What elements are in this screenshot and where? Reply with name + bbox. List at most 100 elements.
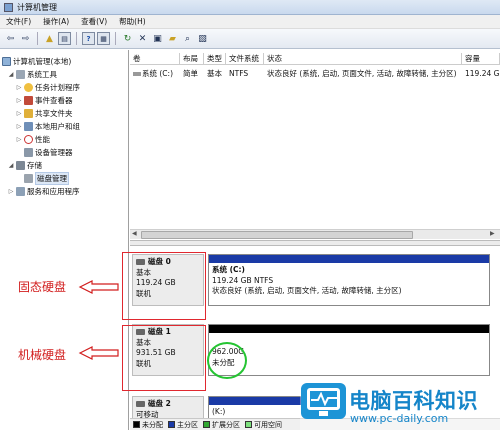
tree-item-label: 事件查看器 (35, 95, 73, 105)
unallocated-bar (209, 325, 489, 333)
legend-swatch (245, 421, 252, 428)
tree-item-disk-management[interactable]: 磁盘管理 (16, 171, 69, 185)
legend-item: 可用空间 (245, 420, 282, 430)
volume-table-header: 卷 布局 类型 文件系统 状态 容量 (130, 53, 500, 65)
disk-management-icon (24, 173, 33, 183)
users-icon (24, 121, 33, 131)
performance-icon (24, 134, 33, 144)
tree-item-local-users[interactable]: ▷ 本地用户和组 (16, 120, 80, 132)
menu-action[interactable]: 操作(A) (43, 16, 69, 27)
scroll-right-icon[interactable]: ▶ (490, 230, 495, 237)
collapse-arrow-icon[interactable]: ▷ (16, 97, 22, 104)
partition-size: 119.24 GB NTFS (212, 275, 274, 285)
cell-filesystem: NTFS (229, 69, 249, 78)
cell-type: 基本 (207, 69, 222, 78)
tree-item-label: 性能 (35, 134, 50, 144)
export-icon[interactable]: ▧ (196, 32, 209, 45)
up-folder-icon[interactable]: ▲ (43, 32, 56, 45)
volume-list: 卷 布局 类型 文件系统 状态 容量 系统 (C:) 简单 基本 NTFS 状态… (130, 50, 500, 240)
hdd-highlight-box (122, 325, 206, 391)
disk-properties-icon[interactable]: ▣ (151, 32, 164, 45)
disk-0-partition[interactable]: 系统 (C:) 119.24 GB NTFS 状态良好 (系统, 启动, 页面文… (208, 254, 490, 306)
services-icon (16, 186, 25, 196)
toolbar: ⇦ ⇨ ▲ ▤ ? ▦ ↻ ✕ ▣ ▰ ⌕ ▧ (0, 29, 500, 49)
navigation-tree: 计算机管理(本地) ◢ 系统工具 ▷ 任务计划程序 ▷ 事件查看器 ▷ 共享文件… (0, 50, 129, 430)
tree-item-services-apps[interactable]: ▷ 服务和应用程序 (8, 185, 80, 197)
computer-icon (2, 56, 11, 66)
column-type[interactable]: 类型 (204, 53, 226, 65)
properties-icon[interactable]: ▦ (97, 32, 110, 45)
toolbar-separator (37, 32, 38, 45)
watermark-text: 电脑百科知识 (349, 389, 478, 413)
scroll-left-icon[interactable]: ◀ (132, 230, 137, 237)
title-bar: 计算机管理 (0, 0, 500, 15)
cell-capacity: 119.24 GB (465, 69, 500, 78)
refresh-icon[interactable]: ↻ (121, 32, 134, 45)
tree-item-label: 存储 (27, 160, 42, 170)
delete-icon[interactable]: ✕ (136, 32, 149, 45)
cell-status: 状态良好 (系统, 启动, 页面文件, 活动, 故障转储, 主分区) (267, 69, 457, 78)
expand-arrow-icon[interactable]: ◢ (8, 71, 14, 78)
collapse-arrow-icon[interactable]: ▷ (16, 136, 22, 143)
scrollbar-thumb[interactable] (141, 231, 413, 239)
help-icon[interactable]: ? (82, 32, 95, 45)
drive-icon (133, 72, 141, 76)
device-manager-icon (24, 147, 33, 157)
tree-item-label: 磁盘管理 (35, 171, 69, 185)
expand-arrow-icon[interactable]: ◢ (8, 162, 14, 169)
menu-view[interactable]: 查看(V) (81, 16, 107, 27)
legend-swatch (133, 421, 140, 428)
menu-bar: 文件(F) 操作(A) 查看(V) 帮助(H) (0, 15, 500, 29)
back-arrow-icon[interactable]: ⇦ (4, 32, 17, 45)
tree-item-device-manager[interactable]: 设备管理器 (16, 146, 73, 158)
cell-volume: 系统 (C:) (130, 68, 180, 79)
tree-item-label: 本地用户和组 (35, 121, 80, 131)
tree-item-label: 系统工具 (27, 69, 57, 79)
unallocated-highlight-circle (207, 342, 247, 379)
watermark-monitor-icon (301, 383, 346, 419)
collapse-arrow-icon[interactable]: ▷ (16, 123, 22, 130)
cell-layout: 简单 (183, 69, 198, 78)
table-row[interactable]: 系统 (C:) 简单 基本 NTFS 状态良好 (系统, 启动, 页面文件, 活… (130, 68, 500, 79)
collapse-arrow-icon[interactable]: ▷ (8, 188, 14, 195)
partition-title: 962.00G (212, 347, 245, 356)
tree-item-label: 设备管理器 (35, 147, 73, 157)
collapse-arrow-icon[interactable]: ▷ (16, 84, 22, 91)
toolbar-separator (115, 32, 116, 45)
tree-item-event-viewer[interactable]: ▷ 事件查看器 (16, 94, 73, 106)
shared-folder-icon (24, 108, 33, 118)
ssd-arrow-icon (78, 280, 119, 294)
tree-item-system-tools[interactable]: ◢ 系统工具 (8, 68, 57, 80)
menu-file[interactable]: 文件(F) (6, 16, 31, 27)
column-filesystem[interactable]: 文件系统 (226, 53, 264, 65)
column-volume[interactable]: 卷 (130, 53, 180, 65)
toolbar-separator (76, 32, 77, 45)
tree-item-task-scheduler[interactable]: ▷ 任务计划程序 (16, 81, 80, 93)
tree-item-shared-folders[interactable]: ▷ 共享文件夹 (16, 107, 73, 119)
menu-help[interactable]: 帮助(H) (119, 16, 146, 27)
hdd-annotation-label: 机械硬盘 (18, 348, 67, 362)
disk-1-partition[interactable]: 962.00G 未分配 (208, 324, 490, 376)
window-title: 计算机管理 (17, 2, 57, 12)
column-status[interactable]: 状态 (264, 53, 462, 65)
partition-status: 未分配 (212, 357, 235, 367)
disk-name: 磁盘 2 (148, 399, 171, 408)
column-capacity[interactable]: 容量 (462, 53, 500, 65)
disk-icon (136, 401, 145, 408)
legend-item: 未分配 (133, 420, 163, 430)
tree-root[interactable]: 计算机管理(本地) (2, 55, 71, 67)
show-hide-tree-icon[interactable]: ▤ (58, 32, 71, 45)
open-folder-icon[interactable]: ▰ (166, 32, 179, 45)
tree-item-label: 任务计划程序 (35, 82, 80, 92)
primary-partition-bar (209, 397, 307, 405)
tree-item-storage[interactable]: ◢ 存储 (8, 159, 42, 171)
column-layout[interactable]: 布局 (180, 53, 204, 65)
forward-arrow-icon[interactable]: ⇨ (19, 32, 32, 45)
horizontal-scrollbar[interactable]: ◀ ▶ (130, 229, 500, 239)
collapse-arrow-icon[interactable]: ▷ (16, 110, 22, 117)
tree-item-performance[interactable]: ▷ 性能 (16, 133, 50, 145)
legend-item: 扩展分区 (203, 420, 240, 430)
partition-title: (K:) (212, 407, 226, 416)
clock-icon (24, 82, 33, 92)
search-icon[interactable]: ⌕ (181, 32, 194, 45)
